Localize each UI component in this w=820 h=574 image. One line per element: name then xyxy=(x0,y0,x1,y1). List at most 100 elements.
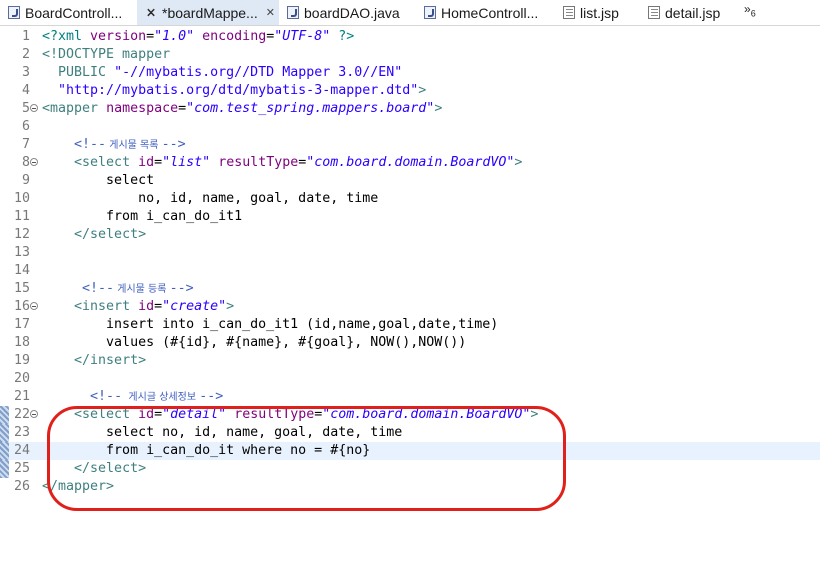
line-number: 21 xyxy=(13,389,30,404)
code-line-8[interactable]: 8 <select id="list" resultType="com.boar… xyxy=(0,154,820,172)
overflow-count: 6 xyxy=(750,8,756,19)
code-line-14[interactable]: 14 xyxy=(0,262,820,280)
line-number: 18 xyxy=(13,335,30,350)
line-number: 19 xyxy=(13,353,30,368)
code-line-6[interactable]: 6 xyxy=(0,118,820,136)
tab-overflow-button[interactable]: »6 xyxy=(744,2,756,18)
tab-label: list.jsp xyxy=(580,4,619,21)
line-number: 4 xyxy=(21,83,30,98)
code-line-4[interactable]: 4 "http://mybatis.org/dtd/mybatis-3-mapp… xyxy=(0,82,820,100)
code-text: <select id="list" resultType="com.board.… xyxy=(74,155,523,170)
tab-label: BoardControll... xyxy=(25,4,123,21)
code-line-19[interactable]: 19 </insert> xyxy=(0,352,820,370)
change-marker xyxy=(0,406,9,424)
line-number: 16 xyxy=(13,299,30,314)
line-number: 12 xyxy=(13,227,30,242)
code-line-24[interactable]: 24 from i_can_do_it where no = #{no} xyxy=(0,442,820,460)
code-editor[interactable]: 1 <?xml version="1.0" encoding="UTF-8" ?>… xyxy=(0,26,820,574)
editor-tab-bar: BoardControll... ⨯ *boardMappe... ✕ boardDAO… xyxy=(0,0,820,26)
java-file-icon xyxy=(8,6,20,19)
line-number: 3 xyxy=(21,65,30,80)
code-text: insert into i_can_do_it1 (id,name,goal,d… xyxy=(106,317,499,332)
code-text: <insert id="create"> xyxy=(74,299,235,314)
code-line-26[interactable]: 26 </mapper> xyxy=(0,478,820,496)
line-number: 23 xyxy=(13,425,30,440)
code-text: from i_can_do_it where no = #{no} xyxy=(106,443,371,458)
tab-1[interactable]: BoardControll... xyxy=(0,0,137,25)
line-number: 20 xyxy=(13,371,30,386)
code-line-2[interactable]: 2 <!DOCTYPE mapper xyxy=(0,46,820,64)
code-line-20[interactable]: 20 xyxy=(0,370,820,388)
code-line-15[interactable]: 15 <!-- 게시물 등록 --> xyxy=(0,280,820,298)
tab-label: detail.jsp xyxy=(665,4,721,21)
code-text: </mapper> xyxy=(42,479,115,494)
code-line-5[interactable]: 5 <mapper namespace="com.test_spring.mapp… xyxy=(0,100,820,118)
line-number: 14 xyxy=(13,263,30,278)
code-text: values (#{id}, #{name}, #{goal}, NOW(),N… xyxy=(106,335,467,350)
code-text: <!-- 게시글 상세정보 --> xyxy=(90,389,224,404)
code-text: no, id, name, goal, date, time xyxy=(138,191,379,206)
fold-toggle-icon[interactable] xyxy=(30,410,38,418)
line-number: 26 xyxy=(13,479,30,494)
xml-file-icon: ⨯ xyxy=(145,5,157,19)
change-marker xyxy=(0,460,9,478)
code-line-22[interactable]: 22 <select id="detail" resultType="com.b… xyxy=(0,406,820,424)
fold-toggle-icon[interactable] xyxy=(30,158,38,166)
tab-6[interactable]: detail.jsp xyxy=(640,0,744,25)
line-number: 15 xyxy=(13,281,30,296)
line-number: 5 xyxy=(21,101,30,116)
java-file-icon xyxy=(287,6,299,19)
tab-3[interactable]: boardDAO.java xyxy=(279,0,416,25)
line-number: 9 xyxy=(21,173,30,188)
overflow-label: » xyxy=(744,2,751,16)
tab-label: HomeControll... xyxy=(441,4,539,21)
code-line-12[interactable]: 12 </select> xyxy=(0,226,820,244)
code-line-16[interactable]: 16 <insert id="create"> xyxy=(0,298,820,316)
code-line-11[interactable]: 11 from i_can_do_it1 xyxy=(0,208,820,226)
code-line-25[interactable]: 25 </select> xyxy=(0,460,820,478)
code-text: <mapper namespace="com.test_spring.mappe… xyxy=(42,101,443,116)
code-line-3[interactable]: 3 PUBLIC "-//mybatis.org//DTD Mapper 3.0… xyxy=(0,64,820,82)
code-line-21[interactable]: 21 <!-- 게시글 상세정보 --> xyxy=(0,388,820,406)
code-text: from i_can_do_it1 xyxy=(106,209,243,224)
line-number: 8 xyxy=(21,155,30,170)
line-number: 7 xyxy=(21,137,30,152)
line-number: 11 xyxy=(13,209,30,224)
line-number: 10 xyxy=(13,191,30,206)
tab-label: *boardMappe... xyxy=(162,4,258,21)
line-number: 24 xyxy=(13,443,30,458)
tab-2[interactable]: ⨯ *boardMappe... ✕ xyxy=(137,0,279,25)
code-line-9[interactable]: 9 select xyxy=(0,172,820,190)
line-number: 6 xyxy=(21,119,30,134)
code-line-7[interactable]: 7 <!-- 게시물 목록 --> xyxy=(0,136,820,154)
code-text: <select id="detail" resultType="com.boar… xyxy=(74,407,539,422)
code-text: <!-- 게시물 등록 --> xyxy=(82,281,194,296)
code-line-23[interactable]: 23 select no, id, name, goal, date, time xyxy=(0,424,820,442)
code-line-10[interactable]: 10 no, id, name, goal, date, time xyxy=(0,190,820,208)
close-icon[interactable]: ✕ xyxy=(266,6,275,19)
code-text: <!-- 게시물 목록 --> xyxy=(74,137,186,152)
change-marker xyxy=(0,442,9,460)
code-line-18[interactable]: 18 values (#{id}, #{name}, #{goal}, NOW(… xyxy=(0,334,820,352)
tab-4[interactable]: HomeControll... xyxy=(416,0,555,25)
fold-toggle-icon[interactable] xyxy=(30,302,38,310)
line-number: 22 xyxy=(13,407,30,422)
code-line-17[interactable]: 17 insert into i_can_do_it1 (id,name,goa… xyxy=(0,316,820,334)
code-text: select no, id, name, goal, date, time xyxy=(106,425,403,440)
line-number: 25 xyxy=(13,461,30,476)
code-text: <?xml version="1.0" encoding="UTF-8" ?> xyxy=(42,29,355,44)
code-text: </insert> xyxy=(74,353,147,368)
line-number: 13 xyxy=(13,245,30,260)
jsp-file-icon xyxy=(648,6,660,19)
code-line-13[interactable]: 13 xyxy=(0,244,820,262)
tab-5[interactable]: list.jsp xyxy=(555,0,640,25)
change-marker xyxy=(0,424,9,442)
code-text: select xyxy=(106,173,155,188)
code-line-1[interactable]: 1 <?xml version="1.0" encoding="UTF-8" ?> xyxy=(0,28,820,46)
jsp-file-icon xyxy=(563,6,575,19)
line-number: 17 xyxy=(13,317,30,332)
code-text: PUBLIC "-//mybatis.org//DTD Mapper 3.0//… xyxy=(58,65,403,80)
tab-label: boardDAO.java xyxy=(304,4,400,21)
java-file-icon xyxy=(424,6,436,19)
fold-toggle-icon[interactable] xyxy=(30,104,38,112)
